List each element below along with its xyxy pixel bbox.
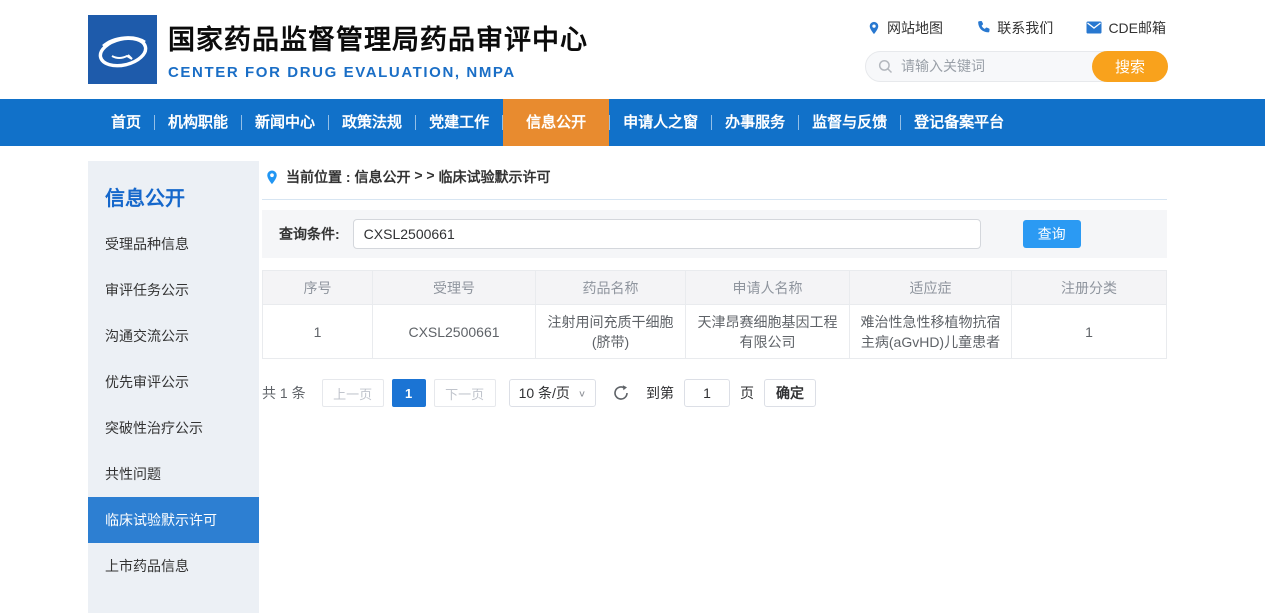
search-input[interactable] [901,58,1086,74]
prev-page-button[interactable]: 上一页 [322,379,384,407]
nav-item-home[interactable]: 首页 [98,99,154,146]
pagination-total: 共 1 条 [262,383,306,403]
sidebar-item-breakthrough-therapy[interactable]: 突破性治疗公示 [88,405,259,451]
breadcrumb: 当前位置 : 信息公开 > > 临床试验默示许可 [262,161,1167,200]
query-bar: 查询条件: 查询 [262,210,1167,258]
quick-links: 网站地图 联系我们 CDE邮箱 [865,18,1168,38]
nav-item-supervision-feedback[interactable]: 监督与反馈 [799,99,900,146]
phone-icon [976,20,991,35]
col-header-indication: 适应症 [850,271,1012,305]
brand: 国家药品监督管理局药品审评中心 CENTER FOR DRUG EVALUATI… [88,15,588,84]
header-right: 网站地图 联系我们 CDE邮箱 搜索 [865,18,1168,82]
goto-page-label: 到第 [646,383,674,403]
cell-applicant: 天津昂赛细胞基因工程有限公司 [686,305,850,359]
sidebar-item-common-issues[interactable]: 共性问题 [88,451,259,497]
nav-item-applicant-window[interactable]: 申请人之窗 [610,99,711,146]
sidebar-item-marketed-drugs[interactable]: 上市药品信息 [88,543,259,589]
cde-logo-icon[interactable] [88,15,157,84]
nav-item-party-building[interactable]: 党建工作 [416,99,502,146]
search-icon [878,59,893,74]
sidebar-item-accepted-varieties[interactable]: 受理品种信息 [88,221,259,267]
breadcrumb-current: 临床试验默示许可 [438,167,550,187]
col-header-index: 序号 [263,271,373,305]
sidebar-item-priority-review[interactable]: 优先审评公示 [88,359,259,405]
confirm-button[interactable]: 确定 [764,379,816,407]
cell-drug-name: 注射用间充质干细胞(脐带) [536,305,686,359]
breadcrumb-text: 当前位置 : 信息公开 > > 临床试验默示许可 [286,167,550,187]
col-header-registration-class: 注册分类 [1012,271,1167,305]
table-header-row: 序号 受理号 药品名称 申请人名称 适应症 注册分类 [263,271,1167,305]
location-pin-icon [867,20,881,36]
search-button[interactable]: 搜索 [1092,51,1168,82]
sidebar-title: 信息公开 [88,161,259,221]
nav-item-registration-platform[interactable]: 登记备案平台 [901,99,1017,146]
results-table: 序号 受理号 药品名称 申请人名称 适应症 注册分类 1 CXSL2500661… [262,270,1167,359]
cell-indication: 难治性急性移植物抗宿主病(aGvHD)儿童患者 [850,305,1012,359]
page-1-button[interactable]: 1 [392,379,426,407]
main-nav: 首页 机构职能 新闻中心 政策法规 党建工作 信息公开 申请人之窗 办事服务 监… [0,99,1265,146]
main-panel: 当前位置 : 信息公开 > > 临床试验默示许可 查询条件: 查询 序号 受理号… [262,161,1167,407]
page-size-select[interactable]: 10 条/页 ∨ [509,379,596,407]
sidebar-item-review-tasks[interactable]: 审评任务公示 [88,267,259,313]
content: 信息公开 受理品种信息 审评任务公示 沟通交流公示 优先审评公示 突破性治疗公示… [88,161,1167,613]
col-header-drug-name: 药品名称 [536,271,686,305]
breadcrumb-prefix: 当前位置 : [286,167,354,187]
nav-item-services[interactable]: 办事服务 [712,99,798,146]
site-subtitle: CENTER FOR DRUG EVALUATION, NMPA [168,64,588,81]
sidebar-item-communication[interactable]: 沟通交流公示 [88,313,259,359]
nav-item-news[interactable]: 新闻中心 [242,99,328,146]
breadcrumb-section[interactable]: 信息公开 [354,167,410,187]
next-page-button[interactable]: 下一页 [434,379,496,407]
mail-icon [1086,21,1102,34]
goto-page-unit: 页 [740,383,754,403]
cde-mail-link[interactable]: CDE邮箱 [1086,18,1166,38]
pagination: 共 1 条 上一页 1 下一页 10 条/页 ∨ 到第 页 确定 [262,379,1167,407]
nav-item-information-disclosure[interactable]: 信息公开 [503,99,609,146]
sidebar: 信息公开 受理品种信息 审评任务公示 沟通交流公示 优先审评公示 突破性治疗公示… [88,161,259,613]
cell-acceptance-no: CXSL2500661 [373,305,536,359]
contact-link[interactable]: 联系我们 [976,18,1053,38]
query-button[interactable]: 查询 [1023,220,1081,248]
site-title: 国家药品监督管理局药品审评中心 [168,18,588,57]
query-input[interactable] [353,219,981,249]
sitemap-link[interactable]: 网站地图 [867,18,943,38]
col-header-acceptance-no: 受理号 [373,271,536,305]
refresh-icon[interactable] [612,384,630,402]
breadcrumb-separator: > > [410,167,438,187]
chevron-down-icon: ∨ [578,388,586,398]
nav-item-policies[interactable]: 政策法规 [329,99,415,146]
site-header: 国家药品监督管理局药品审评中心 CENTER FOR DRUG EVALUATI… [0,0,1265,99]
col-header-applicant: 申请人名称 [686,271,850,305]
query-label: 查询条件: [279,224,340,244]
site-search: 搜索 [865,51,1168,82]
breadcrumb-pin-icon [265,169,279,186]
cell-registration-class: 1 [1012,305,1167,359]
sidebar-item-clinical-trial-implied-license[interactable]: 临床试验默示许可 [88,497,259,543]
nav-item-functions[interactable]: 机构职能 [155,99,241,146]
table-row: 1 CXSL2500661 注射用间充质干细胞(脐带) 天津昂赛细胞基因工程有限… [263,305,1167,359]
goto-page-input[interactable] [684,379,730,407]
cell-index: 1 [263,305,373,359]
